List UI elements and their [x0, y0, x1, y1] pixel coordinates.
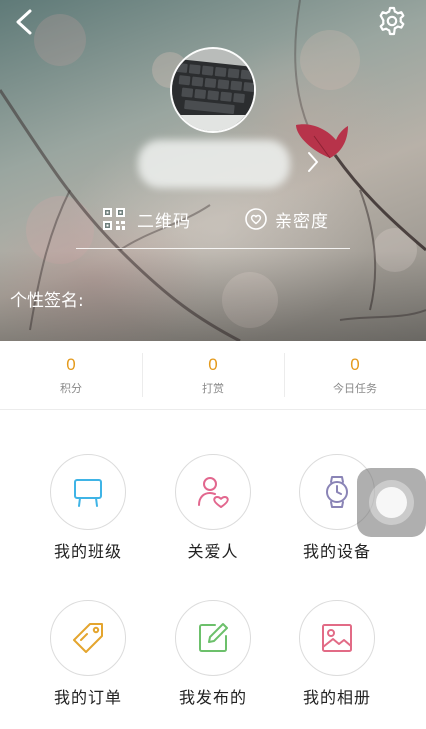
profile-banner: 二维码 亲密度 个性签名: [0, 0, 426, 341]
qr-code-label: 二维码 [137, 211, 191, 232]
stat-daily-tasks[interactable]: 0 今日任务 [284, 341, 426, 409]
tag-icon [73, 623, 103, 653]
chevron-right-icon [308, 152, 318, 172]
menu-label: 我发布的 [178, 688, 247, 707]
qr-code-button[interactable]: 二维码 [103, 206, 191, 232]
menu-icon-circle [175, 600, 251, 676]
profile-detail-button[interactable] [305, 150, 321, 174]
person-heart-icon [198, 477, 229, 508]
menu-label: 我的相册 [302, 688, 371, 707]
menu-icon-circle [50, 454, 126, 530]
stat-label: 打赏 [202, 381, 224, 395]
menu-my-posts[interactable]: 我发布的 [153, 600, 273, 720]
banner-divider [76, 248, 350, 249]
stat-value: 0 [350, 354, 360, 374]
signature-label[interactable]: 个性签名: [10, 286, 84, 311]
menu-label: 关爱人 [187, 542, 239, 561]
edit-icon [199, 623, 228, 652]
heart-circle-icon [245, 208, 267, 230]
class-board-icon [74, 479, 102, 507]
watch-icon [326, 476, 348, 508]
username-redacted [138, 140, 290, 188]
menu-label: 我的订单 [53, 688, 122, 707]
stats-bar: 0 积分 0 打赏 0 今日任务 [0, 341, 426, 410]
intimacy-label: 亲密度 [275, 211, 329, 232]
menu-care-person[interactable]: 关爱人 [153, 454, 273, 574]
assist-ring-inner [376, 487, 407, 518]
menu-icon-circle [175, 454, 251, 530]
menu-label: 我的班级 [53, 542, 122, 561]
stat-value: 0 [66, 354, 76, 374]
stat-label: 今日任务 [333, 381, 377, 395]
menu-label: 我的设备 [302, 542, 371, 561]
stat-points[interactable]: 0 积分 [0, 341, 142, 409]
menu-icon-circle [299, 600, 375, 676]
album-icon [322, 624, 352, 652]
back-button[interactable] [10, 6, 40, 38]
menu-icon-circle [50, 600, 126, 676]
stat-label: 积分 [60, 381, 82, 395]
menu-my-orders[interactable]: 我的订单 [28, 600, 148, 720]
floating-assist-button[interactable] [357, 468, 426, 537]
avatar[interactable] [170, 47, 256, 133]
qr-code-icon [103, 208, 125, 230]
keyboard-photo [172, 49, 254, 131]
stat-value: 0 [208, 354, 218, 374]
intimacy-button[interactable]: 亲密度 [245, 206, 329, 232]
menu-my-album[interactable]: 我的相册 [277, 600, 397, 720]
chevron-left-icon [16, 9, 32, 35]
gear-icon [379, 6, 405, 36]
menu-my-class[interactable]: 我的班级 [28, 454, 148, 574]
settings-button[interactable] [377, 6, 407, 36]
stat-tips[interactable]: 0 打赏 [142, 341, 284, 409]
